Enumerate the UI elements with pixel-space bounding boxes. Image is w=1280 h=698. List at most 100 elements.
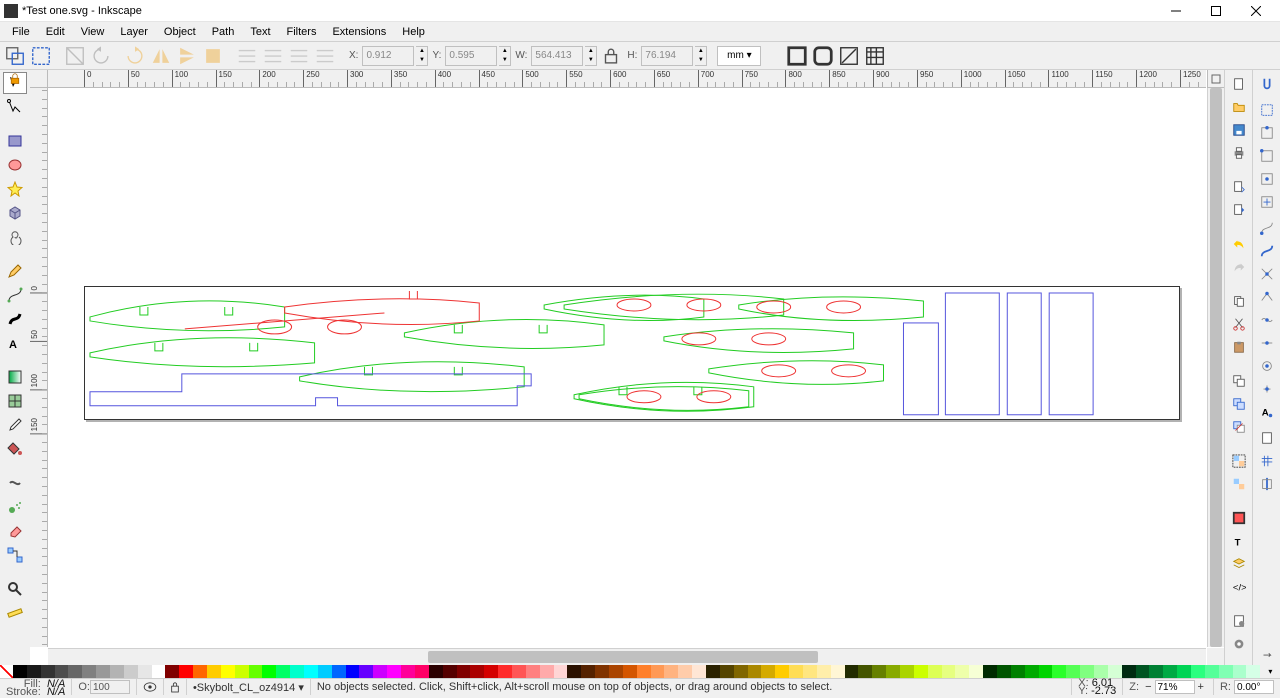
swatch[interactable] (1149, 665, 1163, 678)
swatch[interactable] (789, 665, 803, 678)
select-all-icon[interactable] (29, 44, 53, 68)
transform-affect-corners-icon[interactable] (811, 44, 835, 68)
swatch[interactable] (1136, 665, 1150, 678)
snap-path-icon[interactable] (1256, 241, 1278, 261)
doc-props-icon[interactable] (1228, 611, 1250, 631)
measure-tool[interactable] (3, 602, 27, 624)
swatch[interactable] (803, 665, 817, 678)
opacity-input[interactable] (90, 680, 130, 694)
swatch[interactable] (526, 665, 540, 678)
snap-guide-icon[interactable] (1256, 474, 1278, 494)
swatch[interactable] (457, 665, 471, 678)
swatch[interactable] (68, 665, 82, 678)
swatch[interactable] (720, 665, 734, 678)
zoom-input[interactable] (1155, 680, 1195, 694)
swatch[interactable] (761, 665, 775, 678)
swatch[interactable] (13, 665, 27, 678)
snap-smooth-icon[interactable] (1256, 310, 1278, 330)
swatch[interactable] (82, 665, 96, 678)
swatch[interactable] (290, 665, 304, 678)
swatch[interactable] (346, 665, 360, 678)
swatch[interactable] (1163, 665, 1177, 678)
menu-extensions[interactable]: Extensions (324, 24, 394, 40)
swatch[interactable] (928, 665, 942, 678)
h-spinner[interactable]: ▲▼ (695, 46, 707, 66)
select-all-layers-icon[interactable] (3, 44, 27, 68)
menu-filters[interactable]: Filters (279, 24, 325, 40)
layer-selector[interactable]: •Skybolt_CL_oz4914 ▾ (193, 681, 304, 694)
snap-cusp-icon[interactable] (1256, 287, 1278, 307)
swatch[interactable] (858, 665, 872, 678)
swatch[interactable] (124, 665, 138, 678)
swatch[interactable] (401, 665, 415, 678)
swatch[interactable] (734, 665, 748, 678)
swatch[interactable] (581, 665, 595, 678)
swatch[interactable] (942, 665, 956, 678)
swatch[interactable] (387, 665, 401, 678)
guide-menu-icon[interactable] (1207, 70, 1224, 88)
menu-object[interactable]: Object (156, 24, 204, 40)
swatch[interactable] (1205, 665, 1219, 678)
swatch[interactable] (512, 665, 526, 678)
rectangle-tool[interactable] (3, 130, 27, 152)
x-spinner[interactable]: ▲▼ (416, 46, 428, 66)
snap-bbox-icon[interactable] (1256, 100, 1278, 120)
transform-affect-pattern-icon[interactable] (863, 44, 887, 68)
layer-lock-icon[interactable] (0, 70, 30, 88)
swatch-none[interactable] (0, 665, 13, 678)
ungroup-icon[interactable] (1228, 474, 1250, 494)
group-icon[interactable] (1228, 451, 1250, 471)
menu-help[interactable]: Help (394, 24, 433, 40)
snap-arrow-icon[interactable] (1256, 645, 1278, 665)
transform-affect-gradient-icon[interactable] (837, 44, 861, 68)
swatch[interactable] (1011, 665, 1025, 678)
new-doc-icon[interactable] (1228, 74, 1250, 94)
snap-bbox-center-icon[interactable] (1256, 192, 1278, 212)
maximize-button[interactable] (1196, 0, 1236, 22)
w-spinner[interactable]: ▲▼ (585, 46, 597, 66)
paste-icon[interactable] (1228, 337, 1250, 357)
xml-icon[interactable]: </> (1228, 577, 1250, 597)
snap-bbox-corner-icon[interactable] (1256, 146, 1278, 166)
swatch[interactable] (373, 665, 387, 678)
menu-text[interactable]: Text (242, 24, 278, 40)
close-button[interactable] (1236, 0, 1276, 22)
export-icon[interactable] (1228, 200, 1250, 220)
swatch[interactable] (332, 665, 346, 678)
lower-icon[interactable] (261, 44, 285, 68)
ruler-horizontal[interactable]: 0501001502002503003504004505005506006507… (48, 70, 1206, 88)
swatch[interactable] (664, 665, 678, 678)
redo-icon[interactable] (1228, 257, 1250, 277)
swatch[interactable] (886, 665, 900, 678)
swatch[interactable] (165, 665, 179, 678)
layers-icon[interactable] (1228, 554, 1250, 574)
bezier-tool[interactable] (3, 284, 27, 306)
snap-rotation-icon[interactable] (1256, 379, 1278, 399)
lower-bottom2-icon[interactable] (313, 44, 337, 68)
rotate-ccw-icon[interactable] (89, 44, 113, 68)
swatch[interactable] (1177, 665, 1191, 678)
swatch[interactable] (872, 665, 886, 678)
scrollbar-h-thumb[interactable] (428, 651, 818, 663)
swatch[interactable] (1233, 665, 1247, 678)
canvas[interactable] (48, 88, 1206, 647)
print-icon[interactable] (1228, 143, 1250, 163)
layer-lock-status-icon[interactable] (164, 679, 187, 695)
h-input[interactable] (641, 46, 693, 66)
unlink-clone-icon[interactable] (1228, 417, 1250, 437)
spray-tool[interactable] (3, 496, 27, 518)
snap-intersect-icon[interactable] (1256, 264, 1278, 284)
swatch[interactable] (831, 665, 845, 678)
swatch[interactable] (900, 665, 914, 678)
swatch[interactable] (914, 665, 928, 678)
swatch[interactable] (138, 665, 152, 678)
swatch[interactable] (623, 665, 637, 678)
swatch[interactable] (678, 665, 692, 678)
lock-aspect-icon[interactable] (599, 44, 623, 68)
swatch[interactable] (955, 665, 969, 678)
swatch[interactable] (651, 665, 665, 678)
swatch[interactable] (152, 665, 166, 678)
rotate-input[interactable] (1234, 680, 1274, 694)
swatch[interactable] (207, 665, 221, 678)
swatch[interactable] (110, 665, 124, 678)
